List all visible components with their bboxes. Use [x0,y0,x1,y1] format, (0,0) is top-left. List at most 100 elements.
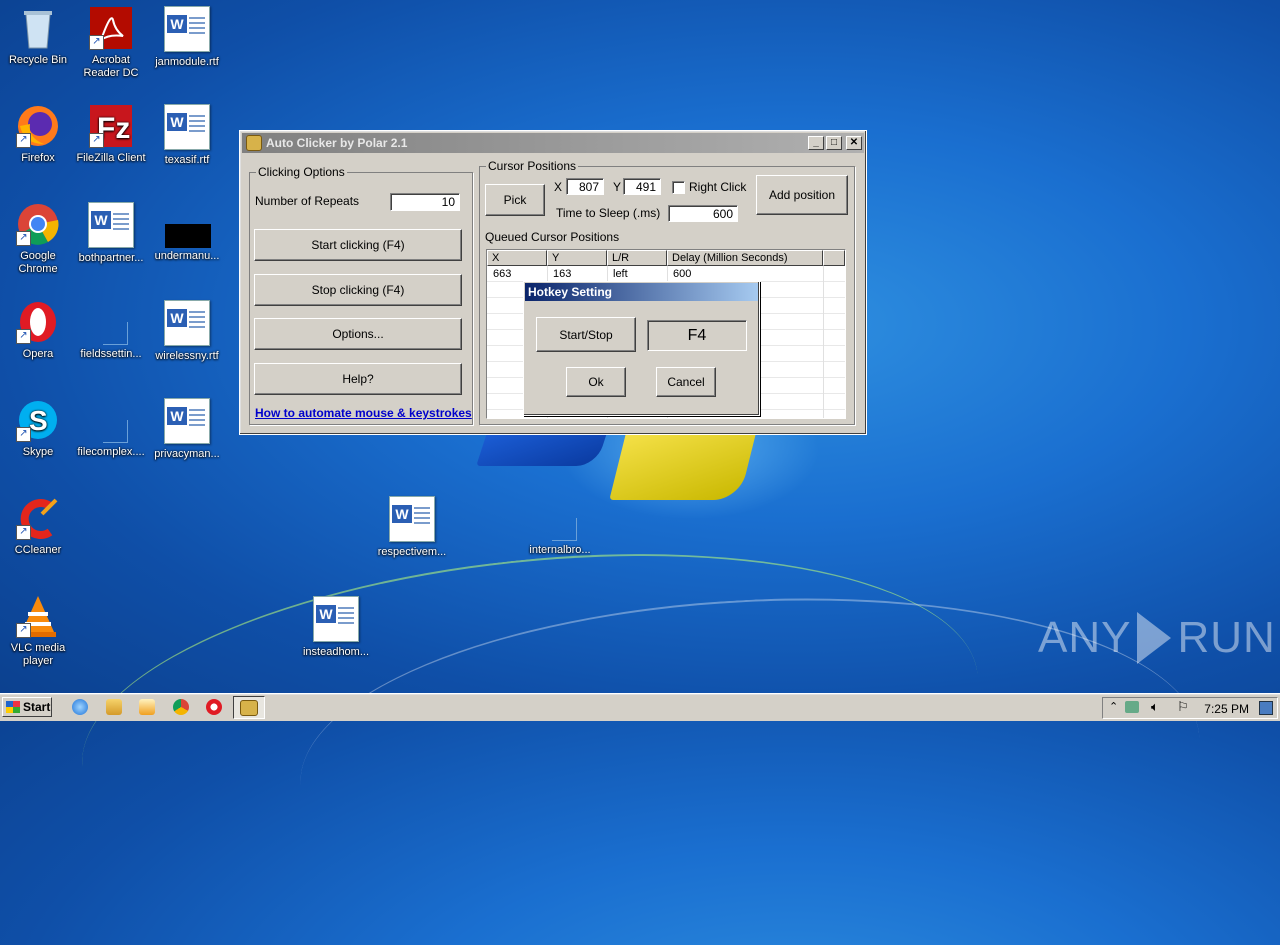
desktop-icon-label: Recycle Bin [8,54,68,66]
desktop-icon-vlc[interactable]: ↗ VLC media player [0,594,76,668]
stop-clicking-button[interactable]: Stop clicking (F4) [254,274,462,306]
black-file-icon [165,202,211,248]
desktop-icon-label: FileZilla Client [76,152,146,164]
y-input[interactable]: 491 [623,178,661,195]
x-input[interactable]: 807 [566,178,604,195]
desktop-icon-label: undermanu... [154,250,220,262]
autoclicker-taskbar-button[interactable] [233,696,265,719]
automate-link[interactable]: How to automate mouse & keystrokes [255,406,472,420]
desktop-icon-undermanu[interactable]: undermanu... [149,202,225,263]
ok-button[interactable]: Ok [566,367,626,397]
clock[interactable]: 7:25 PM [1204,702,1249,716]
desktop-icon-skype[interactable]: S ↗ Skype [0,398,76,459]
column-header-y[interactable]: Y [547,250,607,266]
desktop-icon-label: privacyman... [154,448,220,460]
cell-lr: left [613,268,628,280]
volume-icon[interactable]: 🔈︎ [1151,699,1159,715]
sleep-label: Time to Sleep (.ms) [556,206,661,220]
desktop-icon-texasif[interactable]: W texasif.rtf [149,104,225,167]
firefox-icon: ↗ [16,104,60,148]
y-label: Y [613,180,622,194]
watermark-left: ANY [1038,613,1132,662]
chevron-up-icon[interactable]: ⌃ [1109,700,1118,713]
dialog-title[interactable]: Hotkey Setting [525,283,758,301]
column-header-x[interactable]: X [487,250,547,266]
start-clicking-button[interactable]: Start clicking (F4) [254,229,462,261]
show-desktop-icon[interactable] [1259,701,1273,715]
network-icon[interactable] [1125,701,1139,713]
maximize-button[interactable]: □ [826,136,842,150]
help-button[interactable]: Help? [254,363,462,395]
desktop-icon-wirelessny[interactable]: W wirelessny.rtf [149,300,225,363]
shortcut-arrow-icon: ↗ [16,525,31,540]
pick-button[interactable]: Pick [485,184,545,216]
desktop-icon-respectivem[interactable]: W respectivem... [374,496,450,559]
window-titlebar[interactable]: Auto Clicker by Polar 2.1 _ □ ✕ [242,133,864,153]
desktop-icon-ccleaner[interactable]: ↗ CCleaner [0,496,76,557]
media-player-icon[interactable] [139,699,155,715]
window-title: Auto Clicker by Polar 2.1 [266,136,408,150]
desktop-icon-label: wirelessny.rtf [155,350,219,362]
minimize-button[interactable]: _ [808,136,824,150]
close-button[interactable]: ✕ [846,136,862,150]
word-doc-icon: W [164,398,210,444]
shortcut-arrow-icon: ↗ [16,133,31,148]
windows-logo-icon [6,701,20,713]
desktop-icon-janmodule[interactable]: W janmodule.rtf [149,6,225,69]
svg-text:S: S [29,405,48,436]
add-position-button[interactable]: Add position [756,175,848,215]
wallpaper-logo-blue [476,430,608,466]
column-header-filler [823,250,845,266]
cell-delay: 600 [673,268,692,280]
recycle-bin-icon [16,6,60,50]
desktop-icon-label: bothpartner... [78,252,144,264]
desktop-icon-firefox[interactable]: ↗ Firefox [0,104,76,165]
taskbar: Start ⌃ 🔈︎ ⚐ 7:25 PM [0,693,1280,721]
desktop-icon-filecomplex[interactable]: filecomplex.... [73,398,149,459]
desktop-icon-acrobat[interactable]: ↗ Acrobat Reader DC [73,6,149,80]
desktop-icon-chrome[interactable]: ↗ Google Chrome [0,202,76,276]
word-doc-icon: W [88,202,134,248]
right-click-label: Right Click [689,180,747,194]
desktop-icon-label: respectivem... [377,546,447,558]
list-header: X Y L/R Delay (Million Seconds) [487,250,845,266]
explorer-icon[interactable] [106,699,122,715]
repeats-label: Number of Repeats [255,194,360,208]
ccleaner-icon: ↗ [16,496,60,540]
desktop-icon-fieldssettin[interactable]: fieldssettin... [73,300,149,361]
cell-x: 663 [493,268,512,280]
system-tray: ⌃ 🔈︎ ⚐ 7:25 PM [1102,697,1278,719]
repeats-input[interactable]: 10 [390,193,460,211]
desktop-icon-filezilla[interactable]: Fz ↗ FileZilla Client [73,104,149,165]
desktop-icon-label: Google Chrome [18,250,58,275]
desktop-icon-privacyman[interactable]: W privacyman... [149,398,225,461]
cancel-button[interactable]: Cancel [656,367,716,397]
desktop-icon-recycle-bin[interactable]: Recycle Bin [0,6,76,67]
sleep-input[interactable]: 600 [668,205,738,222]
opera-icon[interactable] [206,699,222,715]
desktop-icon-label: janmodule.rtf [155,56,219,68]
start-button[interactable]: Start [2,697,52,717]
acrobat-icon: ↗ [89,6,133,50]
cell-y: 163 [553,268,572,280]
play-icon [1137,612,1172,664]
shortcut-arrow-icon: ↗ [16,623,31,638]
desktop-icon-internalbro[interactable]: internalbro... [522,496,598,557]
options-button[interactable]: Options... [254,318,462,350]
wallpaper-logo-yellow [609,430,757,500]
chrome-icon[interactable] [173,699,189,715]
right-click-checkbox[interactable] [672,181,685,194]
desktop-icon-bothpartner[interactable]: W bothpartner... [73,202,149,265]
column-header-lr[interactable]: L/R [607,250,667,266]
desktop-icon-insteadhom[interactable]: W insteadhom... [298,596,374,659]
table-row[interactable]: 663 163 left 600 [487,266,845,282]
blank-file-icon [538,496,582,541]
flag-icon[interactable]: ⚐ [1177,699,1189,715]
autoclicker-icon [240,700,258,716]
column-header-delay[interactable]: Delay (Million Seconds) [667,250,823,266]
start-stop-hotkey-button[interactable]: Start/Stop [536,317,636,352]
desktop-icon-opera[interactable]: ↗ Opera [0,300,76,361]
ie-icon[interactable] [72,699,88,715]
desktop-icon-label: fieldssettin... [80,348,142,360]
shortcut-arrow-icon: ↗ [89,133,104,148]
